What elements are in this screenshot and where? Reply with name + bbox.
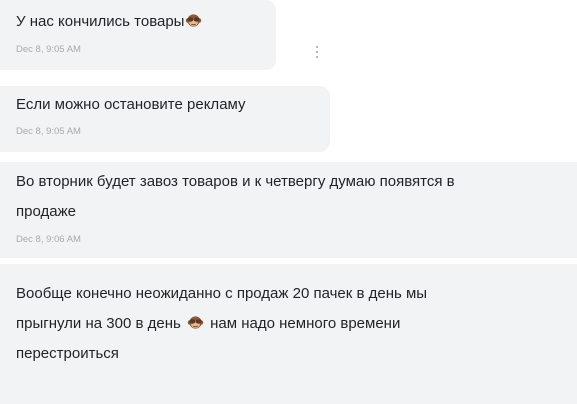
message-text-line: Во вторник будет завоз товаров и к четве… xyxy=(16,173,455,190)
message-text-content: нам надо немного времени xyxy=(210,315,401,332)
message-text: У нас кончились товары xyxy=(16,10,202,34)
message-bubble[interactable]: Во вторник будет завоз товаров и к четве… xyxy=(0,162,577,258)
message-text-content: прыгнули на 300 в день xyxy=(16,315,181,332)
message-text-content: У нас кончились товары xyxy=(16,13,185,30)
message-text-line: продаже xyxy=(16,203,76,220)
message-timestamp: Dec 8, 9:06 AM xyxy=(16,234,81,245)
message-menu-icon[interactable] xyxy=(313,45,321,59)
see-no-evil-monkey-icon xyxy=(187,314,204,331)
message-bubble[interactable]: У нас кончились товары Dec 8, 9:05 AM xyxy=(0,0,276,70)
chat-message-list: У нас кончились товары Dec 8, 9:05 AM Ес… xyxy=(0,0,577,404)
message-text-line: Вообще конечно неожиданно с продаж 20 па… xyxy=(16,285,428,302)
message-timestamp: Dec 8, 9:05 AM xyxy=(16,44,81,55)
see-no-evil-monkey-icon xyxy=(185,12,202,29)
message-text: Если можно остановите рекламу xyxy=(16,96,246,113)
message-bubble[interactable]: Если можно остановите рекламу Dec 8, 9:0… xyxy=(0,86,330,152)
message-bubble[interactable]: Вообще конечно неожиданно с продаж 20 па… xyxy=(0,264,577,404)
message-text-line: перестроиться xyxy=(16,345,119,362)
message-timestamp: Dec 8, 9:05 AM xyxy=(16,126,81,137)
message-text-line: прыгнули на 300 в день нам надо немного … xyxy=(16,312,400,336)
